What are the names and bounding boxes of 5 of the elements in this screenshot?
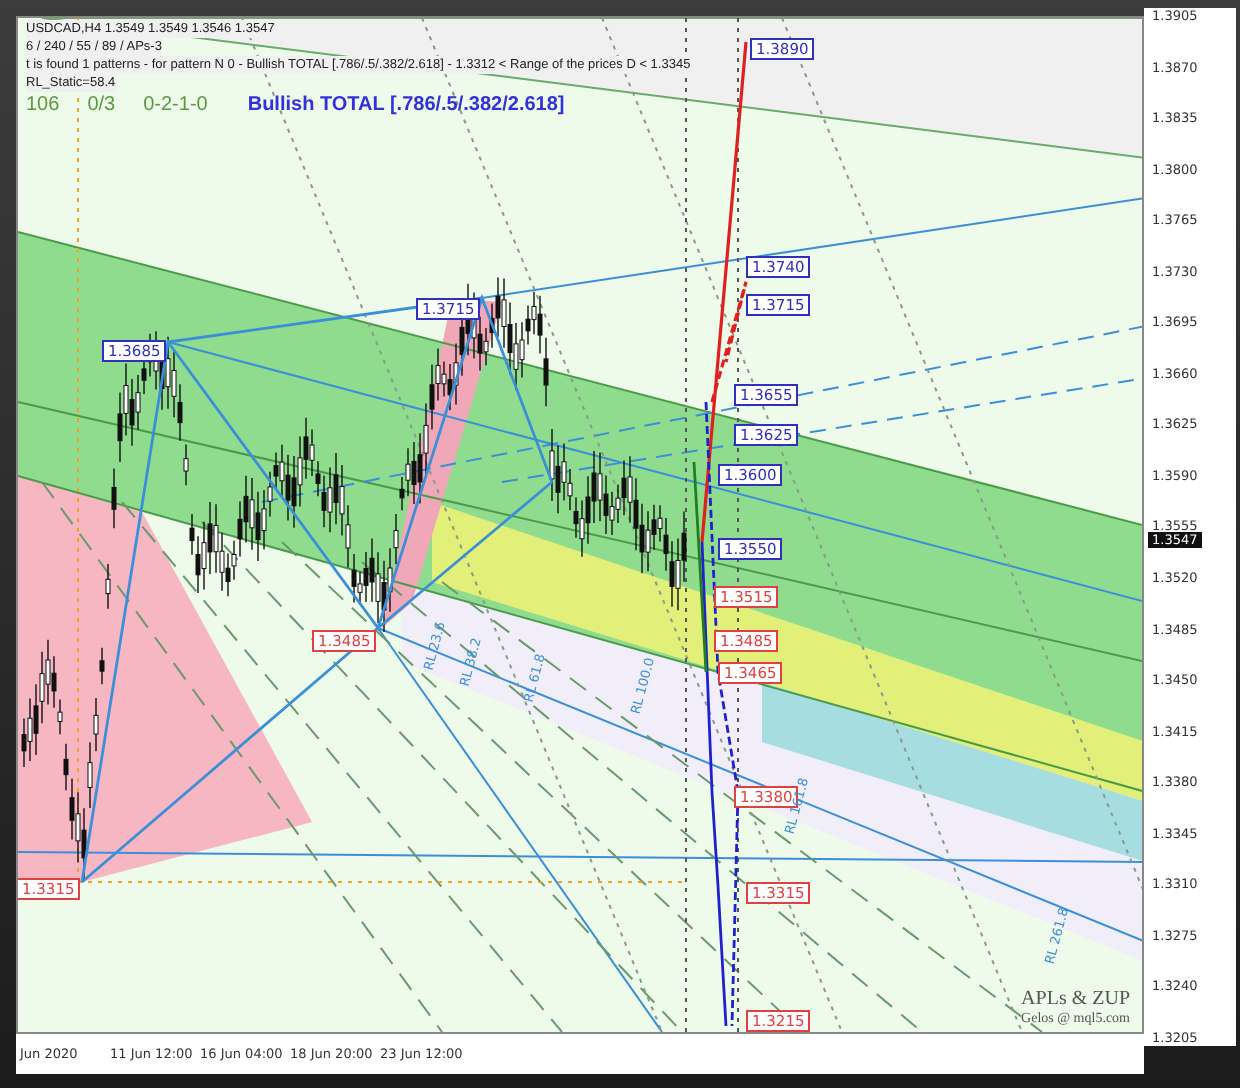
signature-title: APLs & ZUP xyxy=(1021,988,1130,1010)
pattern-count: 106 xyxy=(26,96,60,114)
pattern-count: 0-2-1-0 xyxy=(143,96,208,114)
pattern-count: 0/3 xyxy=(87,96,116,114)
pattern-name: Bullish TOTAL [.786/.5/.382/2.618] xyxy=(247,96,565,114)
